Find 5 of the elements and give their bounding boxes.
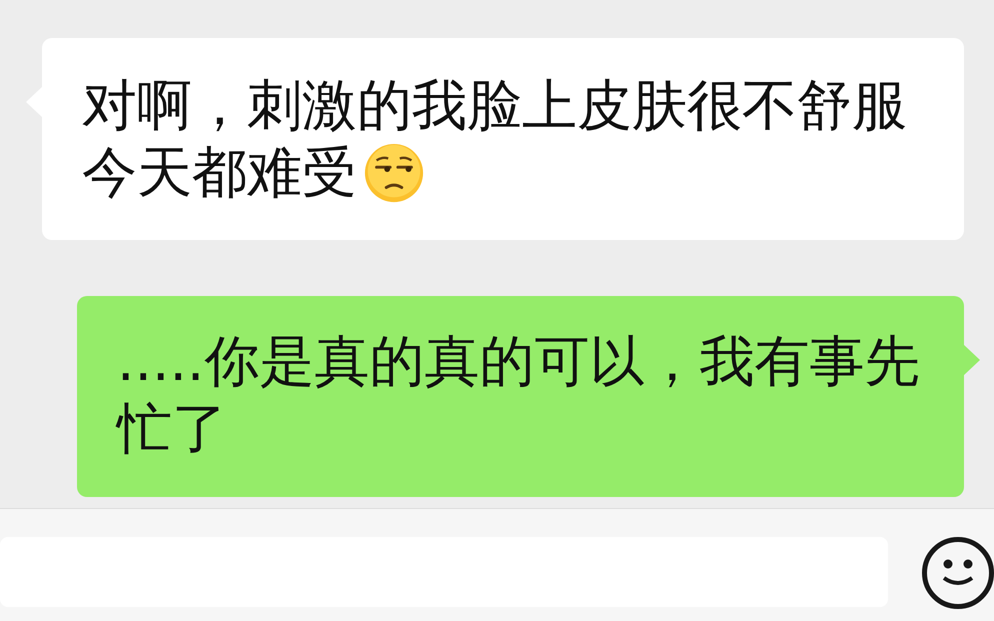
emoji-button[interactable] xyxy=(922,537,994,609)
message-text: 忙了 xyxy=(117,395,227,462)
message-text: 对啊，刺激的我脸上皮肤很不舒服 xyxy=(82,72,907,139)
message-text: .....你是真的真的可以，我有事先 xyxy=(117,328,920,395)
message-text: 今天都难受 xyxy=(82,139,357,206)
